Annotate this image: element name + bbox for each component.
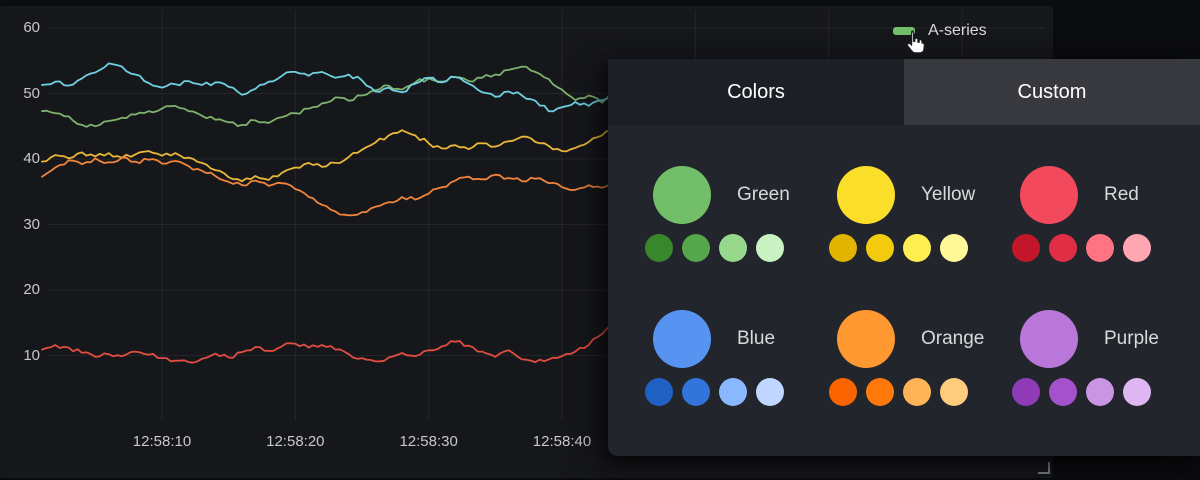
- color-shade-purple-3[interactable]: [1123, 378, 1151, 406]
- color-shade-yellow-0[interactable]: [829, 234, 857, 262]
- color-shade-red-1[interactable]: [1049, 234, 1077, 262]
- color-shade-green-2[interactable]: [719, 234, 747, 262]
- color-shade-blue-3[interactable]: [756, 378, 784, 406]
- color-swatch-purple[interactable]: [1020, 310, 1078, 368]
- tab-custom[interactable]: Custom: [904, 59, 1200, 125]
- chart-series-lines: [42, 63, 615, 362]
- color-shade-blue-1[interactable]: [682, 378, 710, 406]
- y-tick-label: 30: [0, 215, 40, 235]
- hand-cursor-icon: [902, 29, 929, 58]
- color-shade-orange-0[interactable]: [829, 378, 857, 406]
- color-shade-purple-0[interactable]: [1012, 378, 1040, 406]
- x-tick-label: 12:58:20: [245, 432, 345, 452]
- palette-grid: Green Yellow Red Blue Orange Purple: [608, 125, 1200, 456]
- color-swatch-blue[interactable]: [653, 310, 711, 368]
- color-shade-red-3[interactable]: [1123, 234, 1151, 262]
- color-swatch-label: Purple: [1104, 328, 1159, 350]
- color-shade-purple-1[interactable]: [1049, 378, 1077, 406]
- color-swatch-label: Blue: [737, 328, 775, 350]
- color-swatch-label: Yellow: [921, 184, 975, 206]
- palette-group-orange: Orange: [829, 310, 1005, 406]
- color-swatch-green[interactable]: [653, 166, 711, 224]
- tab-colors[interactable]: Colors: [608, 59, 904, 125]
- color-swatch-yellow[interactable]: [837, 166, 895, 224]
- series-line-#E24D42: [42, 320, 615, 363]
- panel-resize-handle[interactable]: [1038, 462, 1050, 474]
- grafana-dashboard: 10 20 30 40 50 60 12:58:10 12:58:20 12:58:30 12:…: [0, 0, 1200, 480]
- y-tick-label: 40: [0, 149, 40, 169]
- y-tick-label: 60: [0, 18, 40, 38]
- color-shade-orange-2[interactable]: [903, 378, 931, 406]
- color-shade-orange-3[interactable]: [940, 378, 968, 406]
- color-swatch-label: Green: [737, 184, 790, 206]
- color-shade-red-2[interactable]: [1086, 234, 1114, 262]
- color-shade-red-0[interactable]: [1012, 234, 1040, 262]
- color-picker-tabs: Colors Custom: [608, 59, 1200, 125]
- color-swatch-label: Red: [1104, 184, 1139, 206]
- color-shade-green-0[interactable]: [645, 234, 673, 262]
- color-swatch-red[interactable]: [1020, 166, 1078, 224]
- palette-group-red: Red: [1012, 166, 1188, 262]
- series-line-#EAB839: [42, 128, 615, 181]
- color-shade-yellow-1[interactable]: [866, 234, 894, 262]
- series-line-#6ED0E0: [42, 63, 615, 111]
- color-shade-green-3[interactable]: [756, 234, 784, 262]
- color-swatch-orange[interactable]: [837, 310, 895, 368]
- y-tick-label: 50: [0, 84, 40, 104]
- y-tick-label: 20: [0, 280, 40, 300]
- color-swatch-label: Orange: [921, 328, 984, 350]
- y-tick-label: 10: [0, 346, 40, 366]
- x-tick-label: 12:58:10: [112, 432, 212, 452]
- x-tick-label: 12:58:40: [512, 432, 612, 452]
- color-shade-blue-0[interactable]: [645, 378, 673, 406]
- color-shade-purple-2[interactable]: [1086, 378, 1114, 406]
- color-shade-green-1[interactable]: [682, 234, 710, 262]
- series-line-#EF843C: [42, 158, 615, 216]
- color-shade-orange-1[interactable]: [866, 378, 894, 406]
- color-shade-yellow-2[interactable]: [903, 234, 931, 262]
- color-picker-popover: Colors Custom Green Yellow Red Blue Orange Pu…: [608, 59, 1200, 456]
- palette-group-green: Green: [645, 166, 821, 262]
- palette-group-blue: Blue: [645, 310, 821, 406]
- color-shade-yellow-3[interactable]: [940, 234, 968, 262]
- color-shade-blue-2[interactable]: [719, 378, 747, 406]
- palette-group-yellow: Yellow: [829, 166, 1005, 262]
- legend-label[interactable]: A-series: [928, 22, 987, 40]
- x-tick-label: 12:58:30: [379, 432, 479, 452]
- palette-group-purple: Purple: [1012, 310, 1188, 406]
